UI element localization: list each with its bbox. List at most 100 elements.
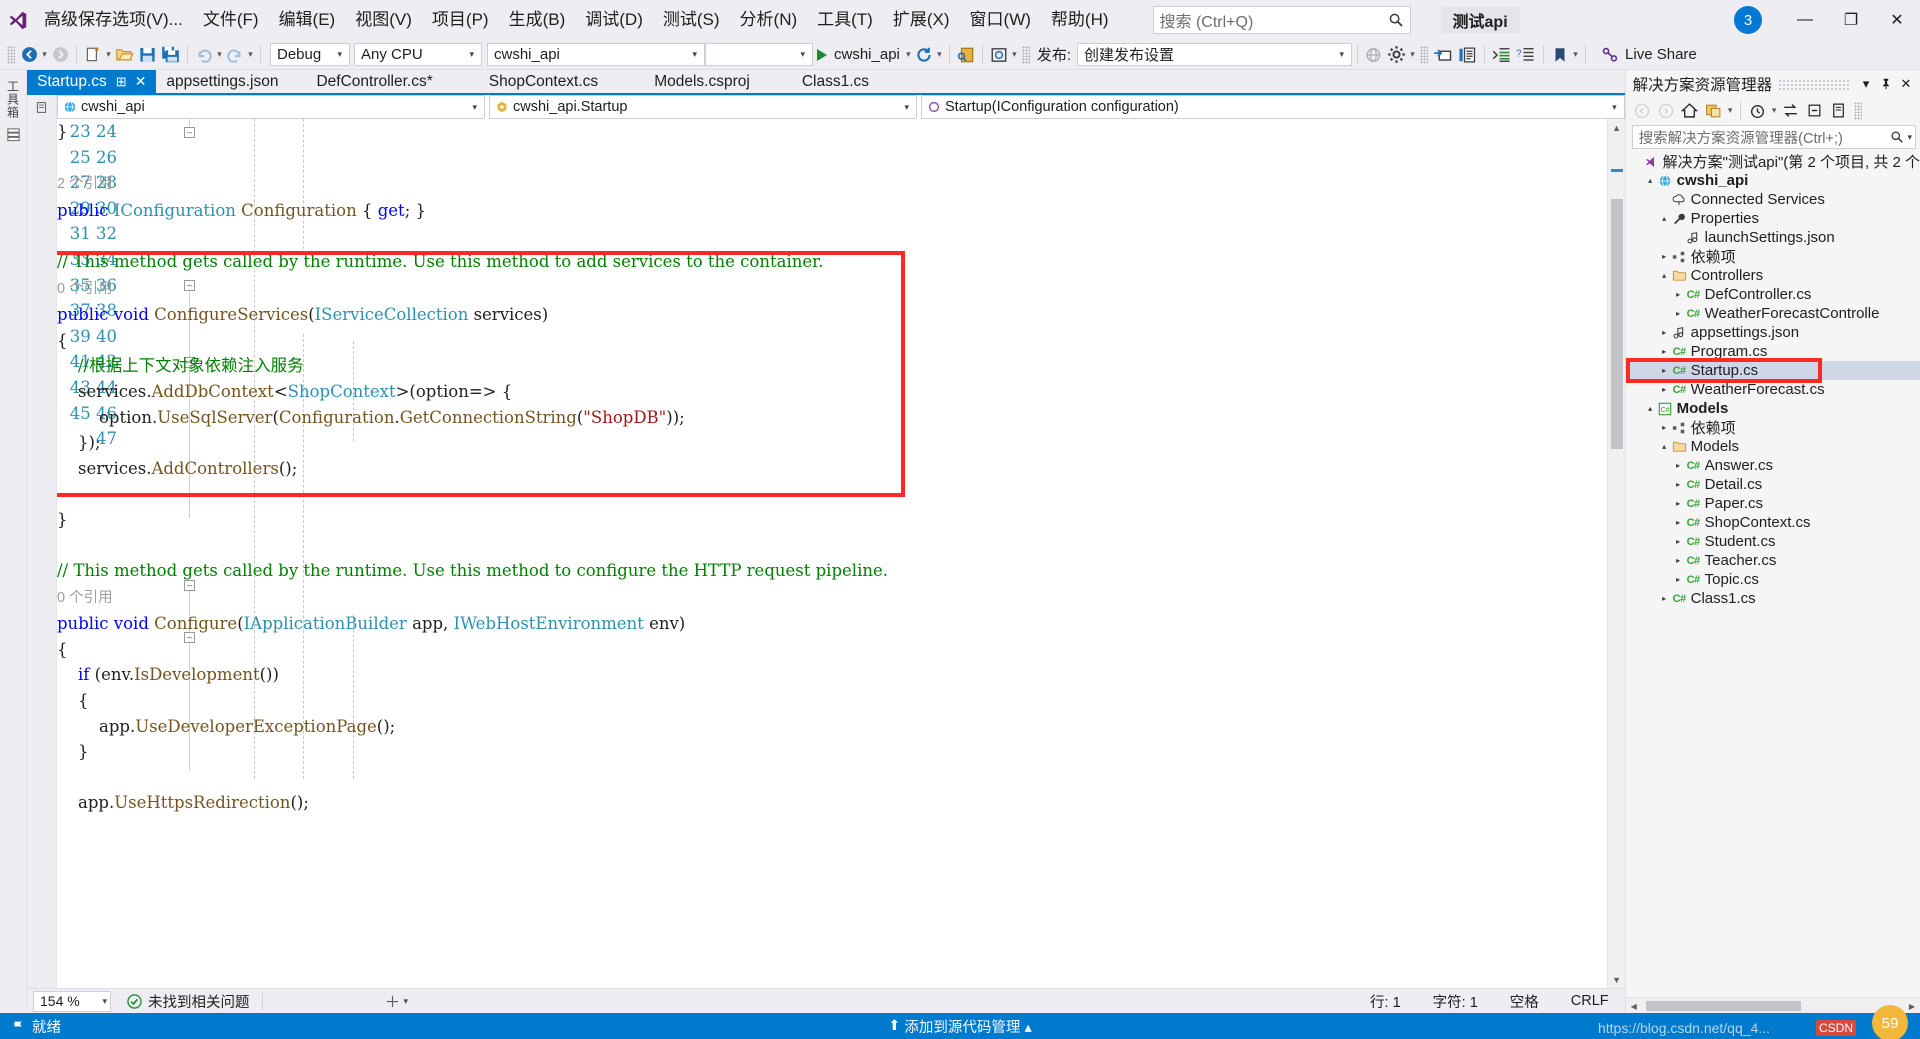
tree-item-appsettings.json[interactable]: ▸ appsettings.json xyxy=(1626,323,1920,342)
attach-to-process-button[interactable] xyxy=(955,43,977,67)
tree-item-topic.cs[interactable]: ▸ C# Topic.cs xyxy=(1626,570,1920,589)
bookmark-button[interactable] xyxy=(1549,43,1571,67)
unsaved-indicator[interactable]: ▾ xyxy=(385,994,408,1009)
quick-search-input[interactable]: 搜索 (Ctrl+Q) xyxy=(1152,6,1411,34)
menu-item-analyze[interactable]: 分析(N) xyxy=(730,0,808,40)
indent-mode-indicator[interactable]: 空格 xyxy=(1494,991,1555,1012)
tree-item-[interactable]: ▸ 依赖项 xyxy=(1626,418,1920,437)
pending-changes-dropdown-icon[interactable]: ▾ xyxy=(1770,99,1779,123)
expand-twisty-icon[interactable]: ▸ xyxy=(1672,513,1685,532)
go-to-definition-button[interactable] xyxy=(1431,43,1455,67)
expand-twisty-icon[interactable]: ▸ xyxy=(1658,380,1671,399)
tree-item-answer.cs[interactable]: ▸ C# Answer.cs xyxy=(1626,456,1920,475)
tree-item-connectedservices[interactable]: Connected Services xyxy=(1626,190,1920,209)
toolbox-tab[interactable]: 工具箱 xyxy=(5,80,22,119)
start-debug-button[interactable]: cwshi_api xyxy=(813,43,904,67)
scroll-thumb[interactable] xyxy=(1610,199,1623,449)
pending-changes-button[interactable] xyxy=(1746,100,1770,122)
menu-item-file[interactable]: 文件(F) xyxy=(193,0,269,40)
expand-twisty-icon[interactable]: ▸ xyxy=(1672,532,1685,551)
save-button[interactable] xyxy=(136,43,159,67)
navigate-backward-button[interactable] xyxy=(18,43,40,67)
navigate-forward-button[interactable] xyxy=(49,43,71,67)
expand-twisty-icon[interactable]: ▸ xyxy=(1672,456,1685,475)
scroll-up-icon[interactable]: ▲ xyxy=(1608,119,1626,136)
line-ending-indicator[interactable]: CRLF xyxy=(1555,993,1625,1009)
open-file-button[interactable] xyxy=(113,43,136,67)
menu-item-extensions[interactable]: 扩展(X) xyxy=(883,0,960,40)
collapse-all-button[interactable] xyxy=(1803,100,1827,122)
increase-indent-button[interactable] xyxy=(1490,43,1514,67)
target-framework-combo[interactable]: ▾ xyxy=(705,43,813,66)
collapse-twisty-icon[interactable]: ▴ xyxy=(1658,209,1671,228)
show-all-files-dropdown-icon[interactable]: ▾ xyxy=(1726,99,1735,123)
expand-twisty-icon[interactable]: ▸ xyxy=(1658,589,1671,608)
code-text-area[interactable]: 23 24 25 26 27 28 29 30 31 32 33 34 35 3… xyxy=(57,119,1607,988)
panel-drag-handle[interactable] xyxy=(1778,77,1850,90)
collapse-twisty-icon[interactable]: ▴ xyxy=(1644,171,1657,190)
menu-item-edit[interactable]: 编辑(E) xyxy=(269,0,346,40)
preview-dropdown-icon[interactable]: ▾ xyxy=(1010,43,1019,67)
scroll-left-icon[interactable]: ◀ xyxy=(1626,998,1642,1014)
toolbar-grip-2[interactable] xyxy=(1021,45,1030,64)
close-icon[interactable]: ✕ xyxy=(135,73,147,90)
menu-item-view[interactable]: 视图(V) xyxy=(345,0,422,40)
expand-twisty-icon[interactable]: ▸ xyxy=(1672,570,1685,589)
tree-item-models[interactable]: ▴ Models xyxy=(1626,437,1920,456)
nav-project-combo[interactable]: cwshi_api ▾ xyxy=(57,95,485,119)
publish-profile-combo[interactable]: 创建发布设置 ▾ xyxy=(1077,43,1353,66)
tree-item-launchsettings.json[interactable]: launchSettings.json xyxy=(1626,228,1920,247)
maximize-button[interactable]: ❐ xyxy=(1828,0,1874,40)
tab-class1-cs[interactable]: Class1.cs xyxy=(777,70,893,93)
undo-button[interactable] xyxy=(193,43,215,67)
tree-item-detail.cs[interactable]: ▸ C# Detail.cs xyxy=(1626,475,1920,494)
settings-gear-button[interactable] xyxy=(1385,43,1408,67)
solution-tree[interactable]: 解决方案"测试api"(第 2 个项目, 共 2 个 ▴ cwshi_api Conn… xyxy=(1625,152,1920,997)
pin-icon[interactable]: ⊞ xyxy=(116,74,127,90)
collapse-twisty-icon[interactable]: ▴ xyxy=(1658,437,1671,456)
live-share-button[interactable]: Live Share xyxy=(1597,43,1701,67)
menu-item-debug[interactable]: 调试(D) xyxy=(575,0,653,40)
pin-icon[interactable] xyxy=(1876,74,1896,94)
show-all-files-button[interactable] xyxy=(1702,100,1726,122)
close-button[interactable]: ✕ xyxy=(1874,0,1920,40)
redo-button[interactable] xyxy=(224,43,246,67)
tab-defcontroller-cs[interactable]: DefController.cs* xyxy=(288,70,461,93)
expand-twisty-icon[interactable]: ▸ xyxy=(1672,494,1685,513)
toolbar-grip[interactable] xyxy=(7,45,15,64)
menu-item-build[interactable]: 生成(B) xyxy=(499,0,576,40)
menu-item-project[interactable]: 项目(P) xyxy=(422,0,499,40)
tree-item-teacher.cs[interactable]: ▸ C# Teacher.cs xyxy=(1626,551,1920,570)
account-avatar[interactable]: 3 xyxy=(1734,6,1762,34)
tab-models-csproj[interactable]: Models.csproj xyxy=(626,70,778,93)
tab-startup-cs[interactable]: Startup.cs ⊞ ✕ xyxy=(27,70,157,93)
bookmark-dropdown-icon[interactable]: ▾ xyxy=(1571,43,1580,67)
expand-twisty-icon[interactable]: ▸ xyxy=(1658,247,1671,266)
expand-twisty-icon[interactable]: ▸ xyxy=(1672,475,1685,494)
nav-type-combo[interactable]: cwshi_api.Startup ▾ xyxy=(489,95,917,119)
tree-item-startup.cs[interactable]: ▸ C# Startup.cs xyxy=(1625,361,1920,380)
menu-item-tools[interactable]: 工具(T) xyxy=(807,0,883,40)
expand-twisty-icon[interactable]: ▸ xyxy=(1658,361,1671,380)
expand-twisty-icon[interactable]: ▸ xyxy=(1672,551,1685,570)
menu-item-test[interactable]: 测试(S) xyxy=(653,0,730,40)
source-code[interactable]: } 2 个引用 public IConfiguration Configurat… xyxy=(57,119,888,842)
scroll-thumb[interactable] xyxy=(1645,1001,1801,1011)
editor-vertical-scrollbar[interactable]: ▲ ▼ xyxy=(1606,119,1626,988)
se-toolbar-overflow[interactable] xyxy=(1853,101,1862,120)
undo-dropdown-icon[interactable]: ▾ xyxy=(215,43,224,67)
tree-item-api22[interactable]: 解决方案"测试api"(第 2 个项目, 共 2 个 xyxy=(1626,152,1920,171)
tree-item-student.cs[interactable]: ▸ C# Student.cs xyxy=(1626,532,1920,551)
collapse-twisty-icon[interactable]: ▴ xyxy=(1644,399,1657,418)
comment-selection-button[interactable] xyxy=(1455,43,1479,67)
tree-item-weatherforecastcontrolle[interactable]: ▸ C# WeatherForecastControlle xyxy=(1626,304,1920,323)
tree-item-defcontroller.cs[interactable]: ▸ C# DefController.cs xyxy=(1626,285,1920,304)
back-button[interactable] xyxy=(1630,100,1654,122)
scroll-right-icon[interactable]: ▶ xyxy=(1904,998,1920,1014)
web-publish-button[interactable] xyxy=(1363,43,1385,67)
startup-project-combo[interactable]: cwshi_api ▾ xyxy=(487,43,705,66)
tree-item-cwshi_api[interactable]: ▴ cwshi_api xyxy=(1626,171,1920,190)
expand-twisty-icon[interactable]: ▸ xyxy=(1672,285,1685,304)
expand-twisty-icon[interactable]: ▸ xyxy=(1658,323,1671,342)
panel-menu-icon[interactable]: ▾ xyxy=(1856,74,1876,94)
